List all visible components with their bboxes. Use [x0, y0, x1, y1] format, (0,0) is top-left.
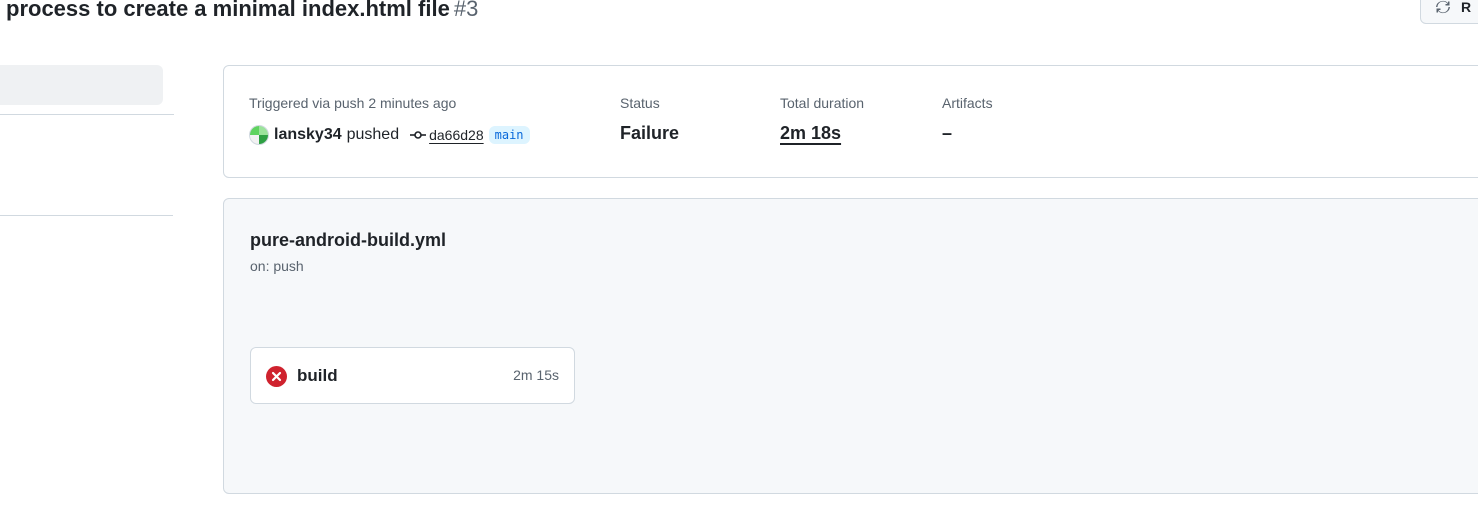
commit-sha-link[interactable]: da66d28: [429, 127, 484, 143]
job-name: build: [297, 366, 338, 385]
page-title: process to create a minimal index.html f…: [6, 0, 478, 24]
action-text: pushed: [346, 126, 400, 143]
duration-label: Total duration: [780, 95, 865, 111]
workflow-graph-card: pure-android-build.yml on: push build 2m…: [223, 198, 1478, 494]
sync-icon: [1436, 0, 1450, 14]
rerun-button-label: R: [1461, 0, 1472, 15]
artifacts-value: –: [942, 123, 953, 143]
avatar[interactable]: [249, 125, 269, 145]
duration-link[interactable]: 2m 18s: [780, 123, 841, 144]
x-circle-fill-icon: [266, 366, 287, 387]
status-value: Failure: [620, 123, 680, 143]
run-summary-card: Triggered via push 2 minutes ago lansky3…: [223, 65, 1478, 178]
run-title: process to create a minimal index.html f…: [6, 0, 450, 21]
sidebar-divider: [0, 114, 174, 115]
sidebar-item-summary[interactable]: [0, 65, 163, 105]
job-duration: 2m 15s: [513, 367, 559, 383]
status-label: Status: [620, 95, 660, 111]
workflow-file-name: pure-android-build.yml: [250, 230, 446, 250]
job-card-build[interactable]: build 2m 15s: [250, 347, 575, 404]
git-commit-icon: [410, 131, 427, 139]
actor-link[interactable]: lansky34: [274, 126, 342, 144]
branch-badge[interactable]: main: [488, 126, 530, 144]
workflow-trigger: on: push: [250, 258, 304, 274]
rerun-jobs-button[interactable]: R: [1420, 0, 1478, 24]
trigger-details: lansky34 pushed da66d28 main: [249, 125, 530, 145]
trigger-label: Triggered via push 2 minutes ago: [249, 95, 457, 111]
artifacts-label: Artifacts: [942, 95, 993, 111]
sidebar-divider: [0, 215, 173, 216]
run-number: #3: [453, 0, 479, 21]
